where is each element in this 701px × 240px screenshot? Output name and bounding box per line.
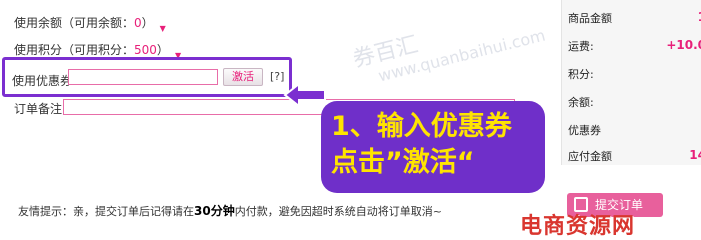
summary-value: 1 — [698, 10, 701, 24]
site-logo: 电商资源网 — [520, 214, 636, 239]
summary-label: 积分: — [568, 68, 594, 81]
summary-label: 运费: — [568, 40, 594, 53]
summary-row-shipping: 运费: +10.0 — [568, 38, 701, 54]
points-row: 使用积分（可用积分：500） ▼ — [14, 41, 181, 60]
order-summary-panel: 商品金额 1 运费: +10.0 积分: 余额: 优惠券 应付金额 14 — [561, 0, 701, 165]
callout-line-1: 1、输入优惠券 — [331, 111, 512, 142]
tip-emphasis: 30分钟 — [194, 204, 235, 218]
summary-value: +10.0 — [666, 38, 701, 52]
points-value: 500 — [134, 43, 157, 57]
note-label: 订单备注 — [14, 102, 63, 116]
balance-value: 0 — [134, 16, 142, 30]
points-label: 使用积分（可用积分： — [14, 43, 135, 57]
summary-label: 商品金额 — [568, 12, 612, 25]
instruction-callout: 1、输入优惠券 点击”激活“ — [321, 101, 545, 193]
coupon-input[interactable] — [68, 69, 218, 85]
balance-close: ） — [141, 16, 154, 30]
activate-button[interactable]: 激活 — [223, 68, 263, 86]
pointer-arrow-icon — [283, 82, 326, 108]
balance-label: 使用余额（可用余额： — [14, 16, 135, 30]
summary-row-points: 积分: — [568, 66, 701, 82]
balance-dropdown-icon[interactable]: ▼ — [160, 24, 166, 33]
summary-label: 应付金额 — [568, 150, 612, 163]
summary-row-coupon: 优惠券 — [568, 122, 701, 138]
summary-label: 余额: — [568, 96, 594, 109]
coupon-label: 使用优惠券 — [12, 74, 73, 88]
callout-line-2: 点击”激活“ — [331, 147, 475, 178]
summary-row-goods: 商品金额 1 — [568, 10, 701, 26]
tip-suffix: 内付款，避免因超时系统自动将订单取消~ — [234, 205, 442, 218]
points-close: ） — [156, 43, 169, 57]
summary-label: 优惠券 — [568, 124, 601, 137]
summary-value: 14 — [689, 148, 701, 162]
payment-tip: 友情提示：亲，提交订单后记得请在30分钟内付款，避免因超时系统自动将订单取消~ — [18, 202, 442, 219]
summary-row-total: 应付金额 14 — [568, 148, 701, 164]
balance-row: 使用余额（可用余额：0） ▼ — [14, 14, 166, 33]
summary-row-balance: 余额: — [568, 94, 701, 110]
tip-prefix: 友情提示：亲，提交订单后记得请在 — [18, 205, 194, 218]
